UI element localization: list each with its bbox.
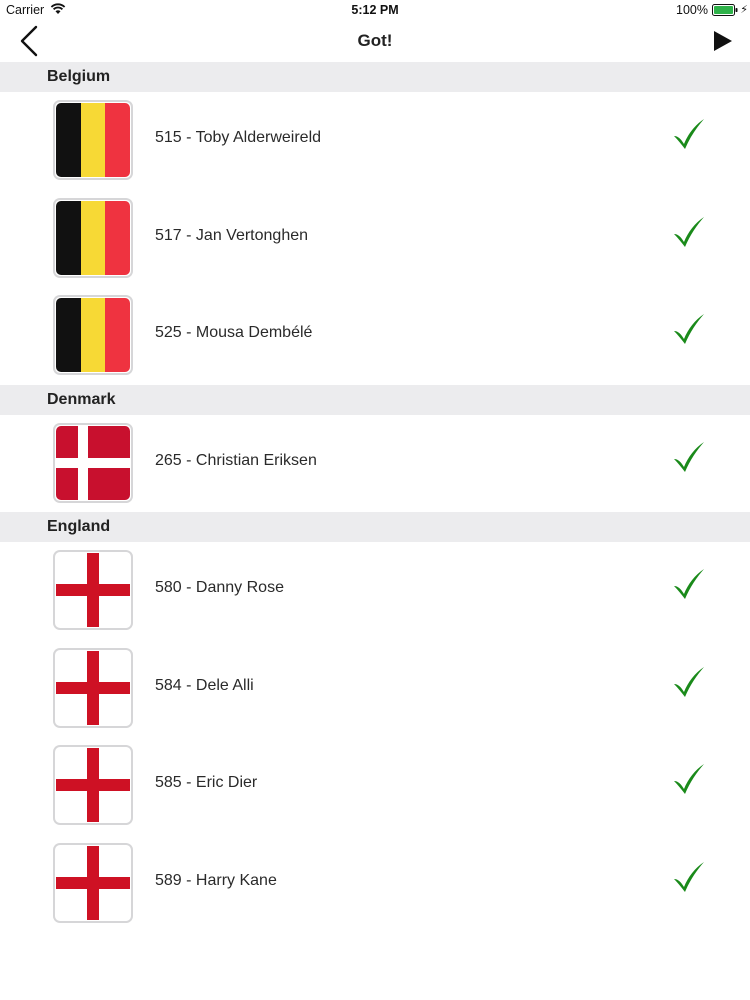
belgium-flag-icon — [53, 100, 133, 180]
player-label: 580 - Danny Rose — [155, 579, 284, 596]
list-item[interactable]: 525 - Mousa Dembélé — [0, 287, 750, 385]
battery-icon — [712, 4, 738, 16]
navigation-bar: Got! — [0, 20, 750, 62]
charging-icon: ⚡ — [740, 4, 748, 16]
england-flag-icon — [53, 842, 133, 923]
england-flag-icon — [53, 647, 133, 728]
checkmark-icon — [674, 314, 704, 344]
player-list: Belgium 515 - Toby Alderweireld 517 - Jan … — [0, 62, 750, 932]
list-item[interactable]: 517 - Jan Vertonghen — [0, 189, 750, 287]
player-label: 265 - Christian Eriksen — [155, 451, 317, 469]
section-header-denmark: Denmark — [0, 384, 750, 415]
belgium-flag-icon — [53, 295, 133, 375]
england-flag-icon — [53, 745, 133, 825]
list-item[interactable]: 589 - Harry Kane — [0, 834, 750, 932]
england-flag-icon — [53, 550, 133, 630]
list-item[interactable]: 265 - Christian Eriksen — [0, 414, 750, 512]
player-label: 589 - Harry Kane — [155, 871, 277, 889]
list-item[interactable]: 515 - Toby Alderweireld — [0, 92, 750, 190]
belgium-flag-icon — [53, 197, 133, 278]
clock: 5:12 PM — [351, 3, 399, 17]
checkmark-icon — [674, 861, 704, 892]
player-label: 585 - Eric Dier — [155, 774, 258, 791]
section-title: England — [47, 518, 111, 535]
checkmark-icon — [674, 569, 704, 599]
section-header-belgium: Belgium — [0, 62, 750, 92]
checkmark-icon — [674, 764, 704, 794]
page-title: Got! — [357, 31, 393, 50]
status-bar: Carrier 5:12 PM 100% ⚡ — [0, 0, 750, 20]
checkmark-icon — [674, 119, 704, 149]
checkmark-icon — [674, 666, 704, 697]
section-header-england: England — [0, 512, 750, 542]
player-label: 584 - Dele Alli — [155, 676, 254, 694]
play-icon[interactable] — [712, 29, 734, 53]
list-item[interactable]: 580 - Danny Rose — [0, 542, 750, 640]
checkmark-icon — [674, 441, 704, 472]
section-title: Belgium — [47, 68, 111, 85]
section-title: Denmark — [47, 390, 116, 408]
checkmark-icon — [674, 216, 704, 247]
list-item[interactable]: 584 - Dele Alli — [0, 639, 750, 737]
denmark-flag-icon — [53, 422, 133, 503]
list-item[interactable]: 585 - Eric Dier — [0, 737, 750, 835]
player-label: 525 - Mousa Dembélé — [155, 324, 313, 341]
player-label: 515 - Toby Alderweireld — [155, 129, 322, 146]
battery-percentage: 100% — [676, 3, 708, 17]
player-label: 517 - Jan Vertonghen — [155, 226, 309, 244]
